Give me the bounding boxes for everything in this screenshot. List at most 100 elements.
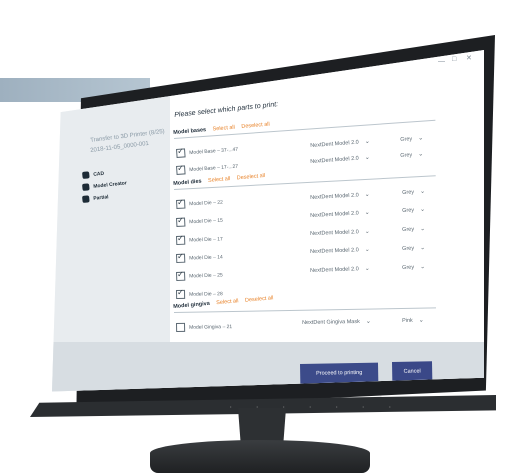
row-label: Model Die – 22	[189, 199, 223, 207]
section-label: Model gingiva	[173, 300, 211, 310]
chevron-down-icon: ⌄	[364, 246, 370, 254]
list-item[interactable]: Model Die – 28	[176, 289, 223, 299]
sidebar-item-partial[interactable]: Partial	[82, 193, 109, 203]
select-all-link[interactable]: Select all	[216, 298, 239, 306]
chevron-down-icon: ⌄	[364, 265, 370, 273]
material-value: NextDent Model 2.0	[310, 247, 359, 255]
chevron-down-icon: ⌄	[419, 188, 426, 196]
chevron-down-icon: ⌄	[419, 206, 426, 214]
material-select[interactable]: NextDent Model 2.0 ⌄	[310, 246, 370, 255]
color-select[interactable]: Pink ⌄	[402, 317, 424, 324]
checkbox[interactable]	[176, 165, 186, 175]
checkbox[interactable]	[176, 235, 186, 245]
row-label: Model Base – 37-...47	[189, 146, 239, 156]
select-all-link[interactable]: Select all	[212, 125, 235, 133]
sidebar-item-label: CAD	[92, 170, 105, 178]
material-value: NextDent Model 2.0	[310, 210, 359, 219]
color-value: Grey	[400, 136, 413, 143]
list-item[interactable]: Model Die – 17	[176, 234, 223, 245]
chevron-down-icon: ⌄	[364, 191, 370, 199]
color-select[interactable]: Grey ⌄	[402, 188, 425, 196]
chevron-down-icon: ⌄	[364, 209, 370, 217]
material-select[interactable]: NextDent Model 2.0 ⌄	[310, 209, 370, 219]
chevron-down-icon: ⌄	[419, 245, 426, 252]
chevron-down-icon: ⌄	[419, 226, 426, 233]
chevron-down-icon: ⌄	[419, 264, 426, 271]
checkbox[interactable]	[176, 217, 186, 227]
color-select[interactable]: Grey ⌄	[400, 150, 423, 159]
list-item[interactable]: Model Base – 37-...47	[176, 145, 238, 158]
divider	[174, 307, 436, 313]
list-item[interactable]: Model Die – 14	[176, 252, 223, 263]
list-item[interactable]: Model Die – 22	[176, 198, 223, 209]
material-select[interactable]: NextDent Model 2.0 ⌄	[310, 154, 370, 165]
section-label: Model dies	[173, 178, 202, 187]
color-select[interactable]: Grey ⌄	[402, 263, 425, 271]
cancel-button[interactable]: Cancel	[392, 361, 433, 382]
color-value: Grey	[402, 264, 415, 271]
color-value: Grey	[402, 245, 415, 252]
list-item[interactable]: Model Die – 15	[176, 216, 223, 227]
chevron-down-icon: ⌄	[418, 317, 424, 324]
material-select[interactable]: NextDent Model 2.0 ⌄	[310, 265, 370, 274]
material-select[interactable]: NextDent Model 2.0 ⌄	[310, 191, 370, 201]
minimize-button[interactable]: —	[438, 58, 445, 65]
monitor-base	[150, 440, 370, 473]
checkbox[interactable]	[176, 253, 186, 263]
sidebar-item-model-creator[interactable]: Model Creator	[82, 179, 127, 191]
material-select[interactable]: NextDent Gingiva Mask ⌄	[302, 318, 371, 326]
page-title: Please select which parts to print:	[174, 101, 279, 119]
sidebar-item-cad[interactable]: CAD	[82, 170, 104, 179]
checkbox[interactable]	[176, 148, 186, 158]
color-value: Grey	[402, 207, 415, 214]
checkbox[interactable]	[176, 271, 186, 281]
color-select[interactable]: Grey ⌄	[400, 134, 423, 143]
list-item[interactable]: Model Die – 25	[176, 270, 223, 281]
proceed-to-printing-button[interactable]: Proceed to printing	[300, 362, 379, 384]
row-label: Model Die – 15	[189, 217, 223, 225]
chevron-down-icon: ⌄	[365, 318, 371, 325]
row-label: Model Gingiva – 21	[189, 323, 233, 331]
row-label: Model Die – 25	[189, 271, 223, 280]
model-icon	[82, 183, 90, 191]
color-select[interactable]: Grey ⌄	[402, 206, 425, 214]
color-value: Grey	[402, 189, 415, 196]
material-value: NextDent Model 2.0	[310, 155, 359, 165]
color-value: Grey	[400, 152, 413, 159]
deselect-all-link[interactable]: Deselect all	[245, 295, 274, 303]
sidebar-item-label: Partial	[92, 193, 109, 202]
chevron-down-icon: ⌄	[364, 138, 370, 146]
deselect-all-link[interactable]: Deselect all	[241, 122, 270, 130]
chevron-down-icon: ⌄	[364, 228, 370, 236]
list-item[interactable]: Model Gingiva – 21	[176, 322, 232, 332]
section-label: Model bases	[173, 127, 207, 136]
window-title: Transfer to 3D Printer (8/25)	[90, 128, 165, 144]
checkbox[interactable]	[176, 289, 186, 299]
deselect-all-link[interactable]: Deselect all	[237, 173, 266, 181]
material-value: NextDent Model 2.0	[310, 229, 359, 237]
material-value: NextDent Gingiva Mask	[302, 318, 360, 326]
color-value: Pink	[402, 317, 413, 324]
material-value: NextDent Model 2.0	[310, 139, 359, 149]
chevron-down-icon: ⌄	[417, 135, 424, 142]
checkbox[interactable]	[176, 199, 186, 209]
tooth-icon	[82, 171, 90, 179]
color-select[interactable]: Grey ⌄	[402, 225, 425, 233]
maximize-button[interactable]: □	[452, 56, 456, 63]
row-label: Model Die – 28	[189, 290, 223, 298]
checkbox[interactable]	[176, 322, 186, 332]
chevron-down-icon: ⌄	[364, 154, 370, 162]
material-select[interactable]: NextDent Model 2.0 ⌄	[310, 138, 370, 149]
sidebar-item-label: Model Creator	[92, 179, 128, 190]
row-label: Model Base – 17-...27	[189, 163, 239, 173]
row-label: Model Die – 17	[189, 235, 223, 244]
color-select[interactable]: Grey ⌄	[402, 244, 425, 252]
material-select[interactable]: NextDent Model 2.0 ⌄	[310, 228, 370, 237]
partial-icon	[82, 195, 90, 203]
material-value: NextDent Model 2.0	[310, 266, 359, 274]
close-button[interactable]: ✕	[466, 54, 472, 62]
chevron-down-icon: ⌄	[417, 151, 424, 158]
list-item[interactable]: Model Base – 17-...27	[176, 162, 238, 175]
row-label: Model Die – 14	[189, 253, 223, 262]
select-all-link[interactable]: Select all	[208, 176, 231, 184]
